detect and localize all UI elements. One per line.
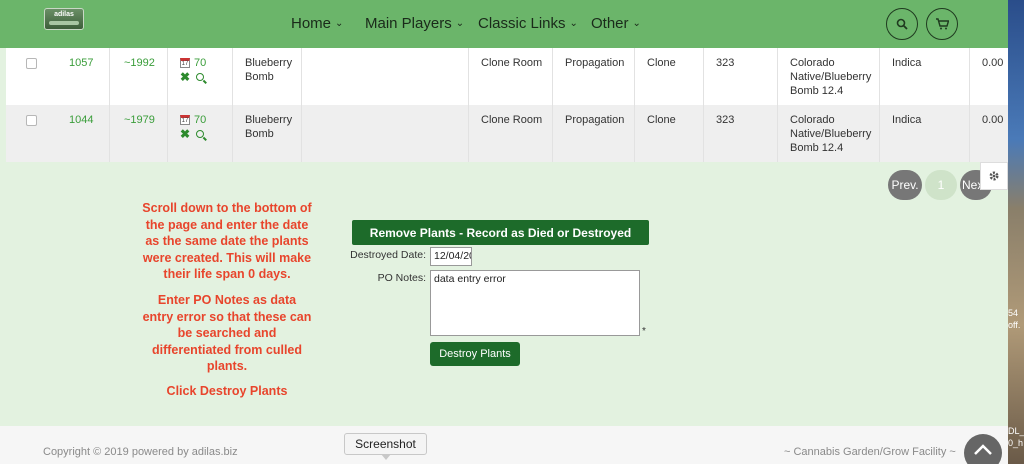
desktop-text: 0_h (1008, 438, 1024, 448)
desktop-text: 54 (1008, 308, 1019, 318)
settings-button[interactable] (980, 162, 1008, 190)
nav-classic-links[interactable]: Classic Links ⌄ (478, 15, 578, 32)
plant-strain: Colorado Native/Blueberry Bomb 12.4 (778, 48, 880, 105)
po-notes-label: PO Notes: (377, 272, 426, 284)
instruction-text: Enter PO Notes as data entry error so th… (142, 293, 312, 373)
chevron-up-icon (974, 444, 992, 455)
delete-x-icon[interactable]: ✖ (180, 127, 190, 141)
destroy-plants-button[interactable]: Destroy Plants (430, 342, 520, 366)
row-checkbox[interactable] (26, 115, 37, 126)
plant-year: ~1992 (110, 48, 168, 105)
plant-actions: 17 70 ✖ (168, 105, 233, 162)
plant-type: Clone (635, 48, 704, 105)
remove-plants-banner[interactable]: Remove Plants - Record as Died or Destro… (352, 220, 649, 245)
plant-kind: Indica (880, 48, 970, 105)
plant-number: 323 (704, 105, 778, 162)
plants-table: 1057 ~1992 17 70 ✖ Blueberry Bomb Clone Ro… (6, 48, 1008, 162)
plant-strain: Colorado Native/Blueberry Bomb 12.4 (778, 105, 880, 162)
empty-cell (302, 105, 469, 162)
plant-room: Clone Room (469, 105, 553, 162)
chevron-down-icon: ⌄ (569, 18, 578, 29)
scroll-to-top-button[interactable] (964, 434, 1002, 464)
table-row[interactable]: 1044 ~1979 17 70 ✖ Blueberry Bomb Clone Ro… (6, 105, 1008, 162)
nav-home[interactable]: Home ⌄ (291, 15, 343, 32)
po-notes-textarea[interactable]: data entry error (430, 270, 640, 336)
instruction-text: Scroll down to the bottom of the page an… (142, 201, 312, 281)
magnifier-icon[interactable] (196, 130, 205, 138)
plant-count[interactable]: 70 (194, 57, 206, 69)
copyright-text: Copyright © 2019 powered by adilas.biz (43, 446, 238, 458)
footer (0, 426, 1008, 464)
footer-tagline: ~ Cannabis Garden/Grow Facility ~ (784, 446, 956, 458)
plant-kind: Indica (880, 105, 970, 162)
destroyed-date-field[interactable]: 12/04/20 (430, 247, 472, 266)
page-number-button[interactable]: 1 (925, 170, 957, 200)
plant-phase: Propagation (553, 105, 635, 162)
gear-icon (989, 171, 999, 181)
plant-amount: 0.00 (982, 114, 1004, 126)
cart-icon (936, 18, 949, 30)
delete-x-icon[interactable]: ✖ (180, 70, 190, 84)
plant-phase: Propagation (553, 48, 635, 105)
screenshot-tooltip: Screenshot (344, 433, 427, 460)
plant-number: 323 (704, 48, 778, 105)
plant-amount: 0.00 (982, 57, 1004, 69)
plant-year: ~1979 (110, 105, 168, 162)
nav-main-players[interactable]: Main Players ⌄ (365, 15, 464, 32)
empty-cell (302, 48, 469, 105)
prev-page-button[interactable]: Prev. (888, 170, 922, 200)
search-button[interactable] (886, 8, 918, 40)
plant-actions: 17 70 ✖ (168, 48, 233, 105)
plant-id-link[interactable]: 1057 (56, 48, 110, 105)
table-row[interactable]: 1057 ~1992 17 70 ✖ Blueberry Bomb Clone Ro… (6, 48, 1008, 105)
plant-type: Clone (635, 105, 704, 162)
instruction-text: Click Destroy Plants (166, 384, 288, 398)
nav-other[interactable]: Other ⌄ (591, 15, 641, 32)
desktop-background (1008, 0, 1024, 464)
destroyed-date-label: Destroyed Date: (350, 249, 426, 261)
top-navbar: adilas Home ⌄ Main Players ⌄ Classic Links… (0, 0, 1008, 48)
adilas-logo[interactable]: adilas (44, 8, 84, 30)
calendar-icon[interactable]: 17 (180, 58, 190, 69)
row-checkbox[interactable] (26, 58, 37, 69)
plant-room: Clone Room (469, 48, 553, 105)
plant-id-link[interactable]: 1044 (56, 105, 110, 162)
chevron-down-icon: ⌄ (455, 18, 465, 29)
desktop-text: DL_ (1008, 426, 1024, 436)
chevron-down-icon: ⌄ (335, 18, 344, 29)
required-marker: * (642, 326, 646, 337)
plant-name: Blueberry Bomb (233, 48, 302, 105)
desktop-text: off. (1008, 320, 1021, 330)
cart-button[interactable] (926, 8, 958, 40)
search-icon (896, 18, 908, 30)
plant-name: Blueberry Bomb (233, 105, 302, 162)
plant-count[interactable]: 70 (194, 114, 206, 126)
calendar-icon[interactable]: 17 (180, 115, 190, 126)
chevron-down-icon: ⌄ (632, 18, 641, 29)
magnifier-icon[interactable] (196, 73, 205, 81)
